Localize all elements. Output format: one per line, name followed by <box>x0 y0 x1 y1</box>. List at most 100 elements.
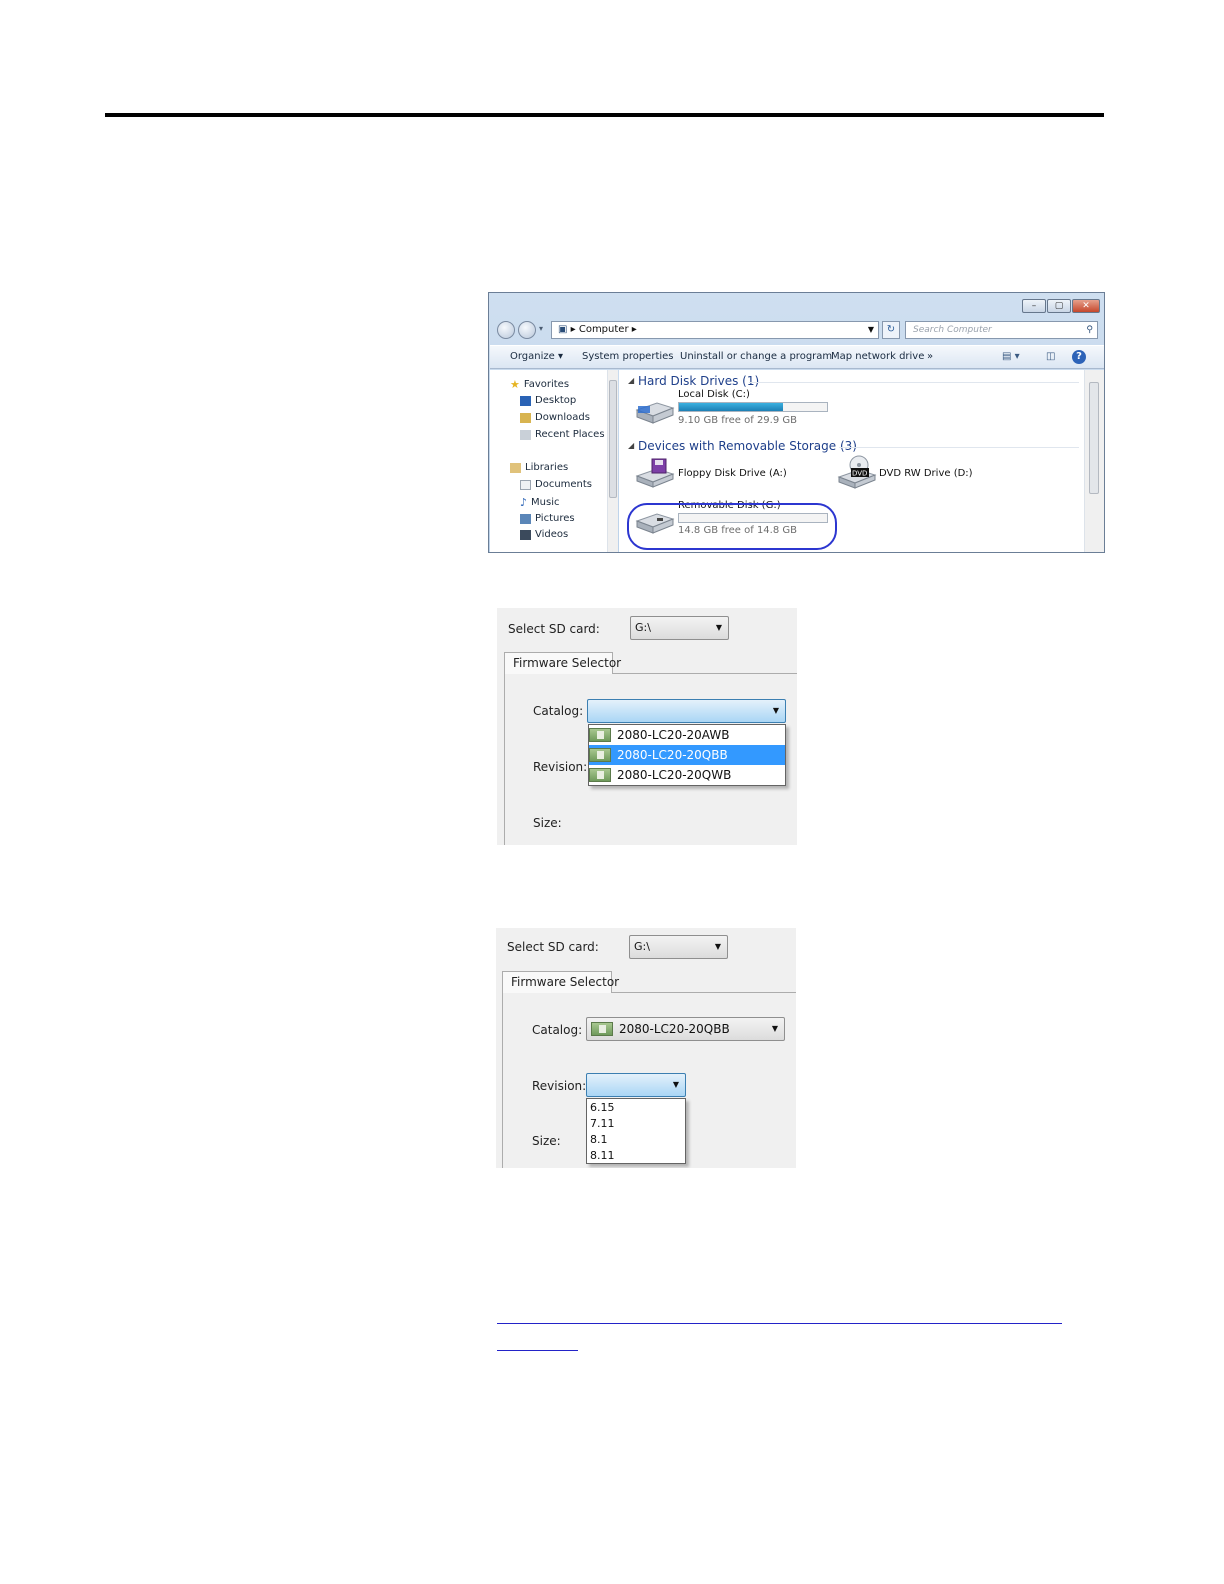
content-scrollbar[interactable] <box>1084 370 1104 552</box>
floppy-drive-name[interactable]: Floppy Disk Drive (A:) <box>678 468 787 479</box>
select-sd-card-label: Select SD card: <box>508 622 600 636</box>
tab-body-border <box>504 674 505 845</box>
tab-firmware-selector[interactable]: Firmware Selector <box>504 652 621 674</box>
system-properties-button[interactable]: System properties <box>582 351 674 362</box>
uninstall-program-button[interactable]: Uninstall or change a program <box>680 351 832 362</box>
nav-favorites[interactable]: ★ Favorites <box>510 378 569 391</box>
back-button[interactable] <box>497 321 515 339</box>
nav-videos[interactable]: Videos <box>520 529 568 540</box>
view-options-icon[interactable]: ▤ ▾ <box>1002 351 1020 362</box>
chevron-down-icon: ▼ <box>772 706 779 715</box>
preview-pane-icon[interactable]: ◫ <box>1046 351 1055 362</box>
catalog-option[interactable]: 2080-LC20-20QWB <box>589 765 785 785</box>
revision-option[interactable]: 7.11 <box>587 1116 685 1132</box>
chevron-down-icon: ▼ <box>672 1080 679 1089</box>
star-icon: ★ <box>510 378 520 391</box>
chevron-down-icon[interactable]: ▼ <box>868 322 874 338</box>
maximize-button[interactable]: ▢ <box>1047 299 1071 313</box>
local-disk-name[interactable]: Local Disk (C:) <box>678 389 750 400</box>
local-disk-icon <box>635 402 675 424</box>
select-sd-card-label: Select SD card: <box>507 940 599 954</box>
revision-dropdown-list: 6.15 7.11 8.1 8.11 <box>586 1098 686 1164</box>
sd-card-select[interactable]: G:\ ▼ <box>629 935 728 959</box>
floppy-drive-icon <box>635 458 675 488</box>
tab-divider <box>613 673 797 674</box>
nav-music[interactable]: ♪ Music <box>520 496 559 509</box>
chevron-down-icon: ▼ <box>714 942 721 951</box>
breadcrumb-computer[interactable]: Computer <box>579 324 629 335</box>
collapse-hdd-icon[interactable]: ◢ <box>628 376 634 385</box>
group-hard-disk-drives: Hard Disk Drives (1) <box>638 374 760 388</box>
revision-option[interactable]: 6.15 <box>587 1100 685 1116</box>
help-icon[interactable]: ? <box>1072 350 1086 364</box>
group-divider <box>749 382 1079 383</box>
recent-pages-icon[interactable]: ▾ <box>539 324 543 333</box>
refresh-icon[interactable]: ↻ <box>882 321 900 339</box>
close-button[interactable]: ✕ <box>1072 299 1100 313</box>
removable-disk-highlight <box>627 503 837 550</box>
minimize-button[interactable]: – <box>1022 299 1046 313</box>
catalog-option-selected[interactable]: 2080-LC20-20QBB <box>589 745 785 765</box>
collapse-removable-icon[interactable]: ◢ <box>628 441 634 450</box>
catalog-option[interactable]: 2080-LC20-20AWB <box>589 725 785 745</box>
group-divider <box>839 447 1079 448</box>
size-label: Size: <box>532 1134 561 1148</box>
header-rule <box>105 113 1104 117</box>
revision-option[interactable]: 8.1 <box>587 1132 685 1148</box>
firmware-panel-revision: Select SD card: G:\ ▼ Firmware Selector … <box>496 928 796 1168</box>
map-network-drive-button[interactable]: Map network drive <box>831 351 924 362</box>
local-disk-usage-fill <box>679 403 783 411</box>
revision-label: Revision: <box>532 1079 587 1093</box>
size-label: Size: <box>533 816 562 830</box>
music-icon: ♪ <box>520 496 528 509</box>
catalog-select[interactable]: ▼ <box>587 699 786 723</box>
forward-button[interactable] <box>518 321 536 339</box>
tab-body-border <box>502 993 503 1168</box>
command-bar: Organize ▾ System properties Uninstall o… <box>490 345 1104 369</box>
catalog-label: Catalog: <box>533 704 584 718</box>
revision-select[interactable]: ▼ <box>586 1073 686 1097</box>
dvd-badge: DVD <box>852 470 867 478</box>
downloads-icon <box>520 412 531 423</box>
search-icon: ⚲ <box>1086 325 1093 335</box>
sd-card-select[interactable]: G:\ ▼ <box>630 616 729 640</box>
dvd-drive-name[interactable]: DVD RW Drive (D:) <box>879 468 973 479</box>
hyperlink-underline[interactable] <box>497 1323 1062 1324</box>
pictures-icon <box>520 513 531 524</box>
hyperlink-underline[interactable] <box>497 1350 578 1351</box>
local-disk-usage-bar <box>678 402 828 412</box>
navigation-scrollbar[interactable] <box>607 370 618 552</box>
nav-pictures[interactable]: Pictures <box>520 513 575 524</box>
computer-icon: ▣ <box>558 324 568 335</box>
revision-option[interactable]: 8.11 <box>587 1148 685 1164</box>
nav-desktop[interactable]: Desktop <box>520 395 576 406</box>
group-removable-storage: Devices with Removable Storage (3) <box>638 439 857 453</box>
scrollbar-thumb[interactable] <box>609 380 617 498</box>
tab-firmware-selector[interactable]: Firmware Selector <box>502 971 619 993</box>
recent-places-icon <box>520 429 531 440</box>
caption-buttons: – ▢ ✕ <box>1022 299 1100 313</box>
more-commands-button[interactable]: » <box>927 351 933 362</box>
desktop-icon <box>520 395 531 406</box>
nav-documents[interactable]: Documents <box>520 479 592 490</box>
organize-button[interactable]: Organize ▾ <box>510 351 563 362</box>
address-bar[interactable]: ▣ ▸ Computer ▸ ▼ <box>551 321 879 339</box>
explorer-window: – ▢ ✕ ▾ ▣ ▸ Computer ▸ ▼ ↻ Search Comput… <box>488 292 1105 553</box>
nav-recent-places[interactable]: Recent Places <box>520 429 605 440</box>
search-input[interactable]: Search Computer ⚲ <box>905 321 1098 339</box>
catalog-select[interactable]: 2080-LC20-20QBB ▼ <box>586 1017 785 1041</box>
nav-downloads[interactable]: Downloads <box>520 412 590 423</box>
videos-icon <box>520 529 531 540</box>
scrollbar-thumb[interactable] <box>1089 382 1099 494</box>
libraries-icon <box>510 462 521 473</box>
nav-libraries[interactable]: Libraries <box>510 462 568 473</box>
catalog-dropdown-list: 2080-LC20-20AWB 2080-LC20-20QBB 2080-LC2… <box>588 724 786 786</box>
controller-icon <box>591 1022 613 1036</box>
navigation-pane: ★ Favorites Desktop Downloads Recent Pla… <box>490 370 618 552</box>
catalog-label: Catalog: <box>532 1023 583 1037</box>
local-disk-free: 9.10 GB free of 29.9 GB <box>678 415 797 426</box>
chevron-down-icon: ▼ <box>715 623 722 632</box>
revision-label: Revision: <box>533 760 588 774</box>
tab-divider <box>612 992 796 993</box>
dvd-drive-icon: DVD <box>837 455 877 489</box>
